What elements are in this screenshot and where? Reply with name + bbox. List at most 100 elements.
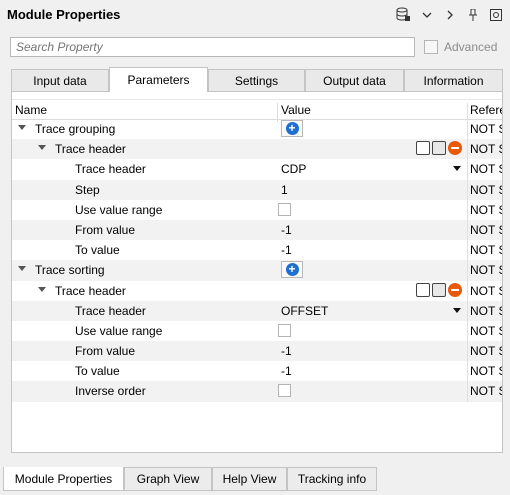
dropdown-arrow-icon[interactable]: [453, 307, 461, 313]
column-divider: [467, 300, 468, 321]
property-reference: NOT S: [470, 263, 503, 278]
property-name: Trace header: [75, 303, 146, 318]
tab-graph-view[interactable]: Graph View: [124, 467, 212, 491]
remove-icon[interactable]: [448, 141, 462, 156]
use-value-range-checkbox[interactable]: [278, 202, 291, 216]
tab-help-view[interactable]: Help View: [212, 467, 287, 491]
table-row[interactable]: Trace header NOT S: [12, 139, 503, 160]
remove-icon[interactable]: [448, 282, 462, 297]
import-icon[interactable]: [416, 141, 430, 156]
to-value-field[interactable]: -1: [281, 364, 292, 378]
add-button[interactable]: +: [281, 261, 303, 279]
table-row[interactable]: Use value range NOT S: [12, 199, 502, 220]
property-name: Use value range: [75, 202, 163, 217]
property-reference: NOT S: [470, 384, 503, 399]
database-icon[interactable]: [395, 6, 412, 23]
property-reference: NOT S: [470, 222, 503, 237]
tab-settings[interactable]: Settings: [208, 69, 305, 91]
title-bar: Module Properties: [0, 0, 510, 30]
tab-parameters[interactable]: Parameters: [109, 67, 208, 92]
property-reference: NOT S: [470, 364, 503, 379]
property-name: Trace grouping: [35, 122, 116, 136]
property-name: Trace header: [55, 283, 126, 298]
table-row[interactable]: Trace sorting + NOT S: [12, 260, 503, 281]
collapse-arrow-icon[interactable]: [18, 266, 26, 272]
tab-tracking-info[interactable]: Tracking info: [287, 467, 377, 491]
pin-icon[interactable]: [464, 6, 481, 23]
column-divider: [467, 240, 468, 261]
column-header-reference[interactable]: Refere: [470, 103, 502, 117]
property-reference: NOT S: [470, 323, 503, 338]
table-row[interactable]: To value -1 NOT S: [12, 240, 502, 261]
from-value-field[interactable]: -1: [281, 223, 292, 237]
column-header-value[interactable]: Value: [281, 103, 311, 117]
tab-input-data[interactable]: Input data: [11, 69, 109, 91]
step-field[interactable]: 1: [281, 183, 288, 197]
from-value-field[interactable]: -1: [281, 344, 292, 358]
property-name: From value: [75, 222, 136, 237]
property-name: Inverse order: [75, 384, 146, 399]
property-reference: NOT S: [470, 142, 503, 157]
table-row[interactable]: Trace grouping + NOT S: [12, 119, 503, 140]
column-divider: [467, 260, 468, 281]
inverse-order-checkbox[interactable]: [278, 384, 291, 398]
table-row[interactable]: Trace header OFFSET NOT S: [12, 300, 503, 321]
dropdown-arrow-icon[interactable]: [453, 166, 461, 172]
row-actions: [416, 141, 462, 156]
table-row[interactable]: To value -1 NOT S: [12, 361, 503, 382]
property-name: From value: [75, 344, 136, 359]
plus-icon: +: [285, 263, 299, 277]
import-icon[interactable]: [416, 282, 430, 297]
add-button[interactable]: +: [281, 120, 303, 137]
property-panel: Name Value Refere Trace grouping + NOT S…: [11, 91, 503, 453]
tab-information[interactable]: Information: [404, 69, 503, 91]
property-name: Trace header: [55, 142, 126, 157]
tab-output-data[interactable]: Output data: [305, 69, 404, 91]
window-icon[interactable]: [487, 6, 504, 23]
tab-module-properties[interactable]: Module Properties: [3, 467, 124, 491]
window-title: Module Properties: [7, 7, 121, 22]
property-reference: NOT S: [470, 162, 503, 177]
export-icon[interactable]: [432, 282, 446, 297]
trace-header-select[interactable]: OFFSET: [281, 304, 328, 318]
row-actions: [416, 282, 462, 297]
table-row[interactable]: Trace header NOT S: [12, 280, 503, 301]
property-name: To value: [75, 243, 120, 258]
use-value-range-checkbox[interactable]: [278, 323, 291, 337]
table-row[interactable]: Trace header CDP NOT S: [12, 159, 503, 180]
plus-icon: +: [285, 122, 299, 135]
property-reference: NOT S: [470, 303, 503, 318]
property-name: Use value range: [75, 323, 163, 338]
column-divider: [467, 199, 468, 220]
advanced-toggle[interactable]: Advanced: [424, 40, 497, 54]
column-divider: [467, 219, 468, 241]
column-header-name[interactable]: Name: [15, 103, 47, 117]
property-name: Step: [75, 182, 100, 197]
table-row[interactable]: Use value range NOT S: [12, 320, 503, 342]
table-row[interactable]: From value -1 NOT S: [12, 341, 502, 362]
to-value-field[interactable]: -1: [281, 243, 292, 257]
column-divider: [467, 381, 468, 402]
export-icon[interactable]: [432, 141, 446, 156]
title-bar-actions: [395, 6, 504, 23]
tab-bar: Input data Parameters Settings Output da…: [11, 67, 503, 92]
table-header: Name Value Refere: [12, 99, 502, 122]
table-row[interactable]: Step 1 NOT S: [12, 179, 502, 200]
column-divider: [467, 361, 468, 382]
column-divider: [467, 119, 468, 140]
table-row[interactable]: Inverse order NOT S: [12, 381, 503, 402]
property-name: Trace header: [75, 162, 146, 177]
advanced-checkbox[interactable]: [424, 40, 438, 54]
chevron-right-icon[interactable]: [441, 6, 458, 23]
search-input[interactable]: [10, 37, 415, 57]
property-reference: NOT S: [470, 283, 503, 298]
column-divider: [467, 280, 468, 301]
collapse-arrow-icon[interactable]: [38, 145, 46, 151]
collapse-arrow-icon[interactable]: [18, 125, 26, 130]
collapse-arrow-icon[interactable]: [38, 286, 46, 292]
property-reference: NOT S: [470, 122, 503, 136]
table-row[interactable]: From value -1 NOT S: [12, 219, 503, 241]
chevron-down-icon[interactable]: [418, 6, 435, 23]
column-divider: [467, 179, 468, 200]
trace-header-select[interactable]: CDP: [281, 162, 306, 176]
